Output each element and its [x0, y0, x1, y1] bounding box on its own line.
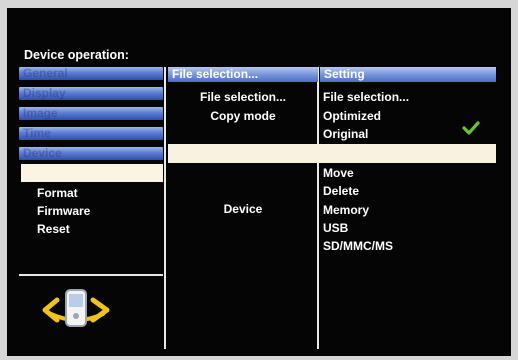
tab-label-general: General: [23, 66, 68, 80]
middle-item-device[interactable]: Device: [168, 202, 318, 216]
option-file-selection[interactable]: File selection...: [323, 90, 409, 104]
middle-item-file-selection[interactable]: File selection...: [168, 90, 318, 104]
tab-image[interactable]: Image: [19, 106, 163, 120]
option-optimized[interactable]: Optimized: [323, 109, 381, 123]
menu-item-firmware[interactable]: Firmware: [37, 204, 90, 218]
left-panel-divider: [19, 274, 163, 276]
middle-header: File selection...: [168, 67, 318, 82]
right-header-label: Setting: [324, 67, 365, 81]
middle-header-label: File selection...: [172, 67, 259, 81]
action-delete[interactable]: Delete: [323, 184, 359, 198]
menu-item-reset[interactable]: Reset: [37, 222, 70, 236]
tab-general[interactable]: General: [19, 66, 163, 80]
device-sd-mmc-ms[interactable]: SD/MMC/MS: [323, 239, 393, 253]
device-screen: Device operation: General Display Image …: [7, 8, 511, 356]
device-memory[interactable]: Memory: [323, 203, 369, 217]
tab-label-time: Time: [23, 126, 51, 140]
tab-display[interactable]: Display: [19, 86, 163, 100]
tab-label-image: Image: [23, 106, 58, 120]
device-usb[interactable]: USB: [323, 221, 348, 235]
option-original[interactable]: Original: [323, 127, 368, 141]
middle-item-copy-mode[interactable]: Copy mode: [168, 109, 318, 123]
check-icon: [462, 121, 480, 135]
device-rotate-icon: [42, 289, 110, 327]
selected-row-highlight[interactable]: [168, 144, 496, 163]
tab-label-display: Display: [23, 86, 66, 100]
action-move[interactable]: Move: [323, 166, 354, 180]
left-menu-highlight[interactable]: [21, 164, 163, 182]
page-title: Device operation:: [24, 48, 129, 62]
tab-label-device: Device: [23, 146, 62, 160]
tab-device[interactable]: Device: [19, 146, 163, 160]
tab-time[interactable]: Time: [19, 126, 163, 140]
right-header: Setting: [320, 67, 496, 82]
column-divider-left: [164, 67, 166, 349]
menu-item-format[interactable]: Format: [37, 186, 78, 200]
